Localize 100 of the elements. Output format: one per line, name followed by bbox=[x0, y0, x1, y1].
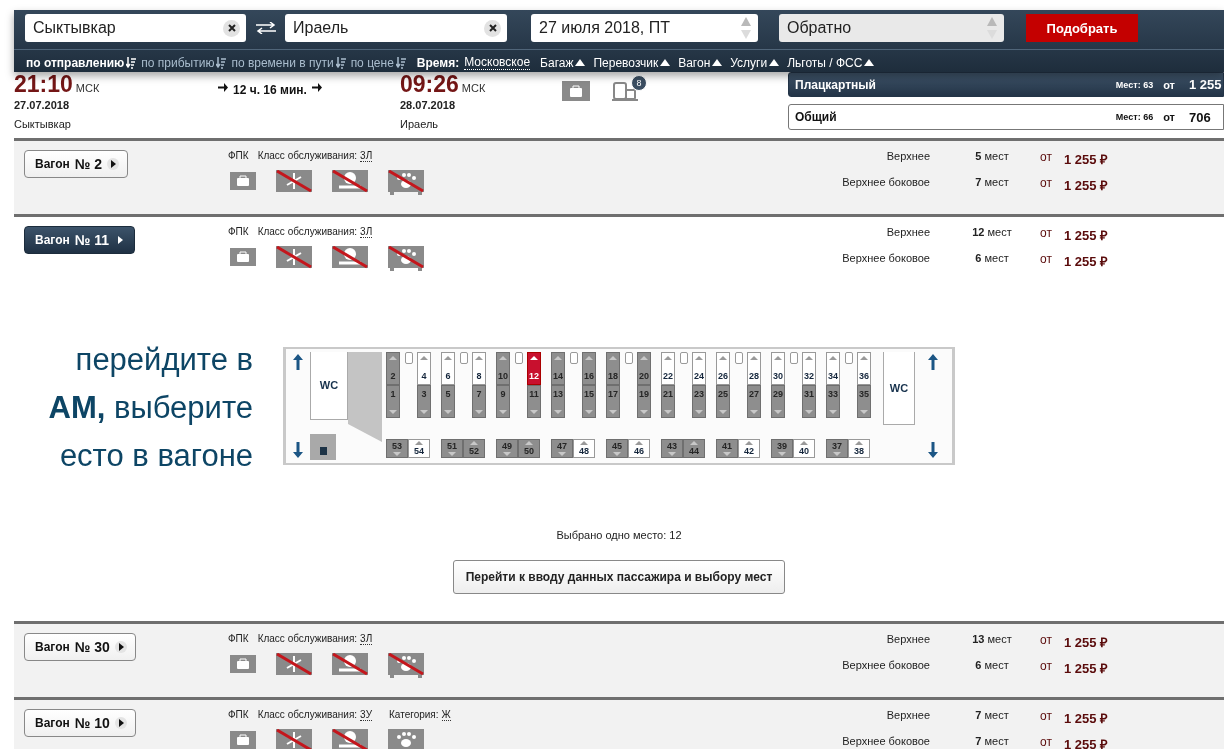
berth-seat[interactable]: 9 bbox=[496, 385, 510, 418]
berth-seat[interactable]: 41 bbox=[716, 439, 738, 458]
clear-button[interactable] bbox=[223, 19, 240, 37]
berth-arrow-icon bbox=[640, 356, 648, 360]
berth-seat[interactable]: 29 bbox=[771, 385, 785, 418]
class-link[interactable]: 3Л bbox=[360, 150, 373, 162]
from-field[interactable]: Сыктывкар bbox=[25, 14, 246, 42]
berth-seat[interactable]: 37 bbox=[826, 439, 848, 458]
berth-arrow-icon bbox=[750, 410, 758, 414]
berth-seat[interactable]: 3 bbox=[417, 385, 431, 418]
berth-seat[interactable]: 18 bbox=[606, 352, 620, 385]
sort-link[interactable]: по прибытию bbox=[141, 55, 227, 70]
berth-seat[interactable]: 53 bbox=[386, 439, 408, 458]
car-type-option[interactable]: Плацкартный Мест: 63 от 1 255 bbox=[788, 72, 1224, 97]
berth-type: Верхнее bbox=[885, 709, 931, 723]
berth-seat[interactable]: 39 bbox=[771, 439, 793, 458]
berth-seat[interactable]: 50 bbox=[518, 439, 540, 458]
clear-button[interactable] bbox=[484, 19, 501, 37]
class-link[interactable]: 3У bbox=[360, 709, 372, 721]
berth-seat[interactable]: 54 bbox=[408, 439, 430, 458]
berth-seat[interactable]: 19 bbox=[637, 385, 651, 418]
departure-time: 21:10 bbox=[14, 72, 73, 96]
filter-link[interactable]: Перевозчик bbox=[593, 55, 671, 70]
berth-seat[interactable]: 2 bbox=[386, 352, 400, 385]
berth-seat[interactable]: 12 bbox=[527, 352, 541, 385]
wagon-button[interactable]: Вагон № 10 bbox=[24, 709, 136, 737]
wagon-button[interactable]: Вагон № 11 bbox=[24, 226, 136, 254]
berth-seat[interactable]: 38 bbox=[848, 439, 870, 458]
berth-seat[interactable]: 4 bbox=[417, 352, 431, 385]
berth-arrow-icon bbox=[774, 356, 782, 360]
filter-link[interactable]: Льготы / ФСС bbox=[787, 55, 875, 70]
wagon-button[interactable]: Вагон № 2 bbox=[24, 150, 129, 178]
continue-button[interactable]: Перейти к вводу данных пассажира и выбору мест bbox=[452, 560, 786, 594]
berth-seat[interactable]: 48 bbox=[573, 439, 595, 458]
berth-seat[interactable]: 31 bbox=[802, 385, 816, 418]
swap-icon[interactable] bbox=[255, 22, 276, 34]
berth-arrow-icon bbox=[745, 441, 753, 445]
filter-link[interactable]: Багаж bbox=[540, 55, 586, 70]
berth-seat[interactable]: 28 bbox=[747, 352, 761, 385]
berth-seat[interactable]: 14 bbox=[551, 352, 565, 385]
berth-seat[interactable]: 15 bbox=[582, 385, 596, 418]
berth-seat[interactable]: 44 bbox=[683, 439, 705, 458]
class-link[interactable]: 3Л bbox=[360, 633, 373, 645]
berth-seat[interactable]: 32 bbox=[802, 352, 816, 385]
category-link[interactable]: Ж bbox=[441, 709, 451, 721]
berth-seat[interactable]: 51 bbox=[441, 439, 463, 458]
to-field[interactable]: Ираель bbox=[285, 14, 507, 42]
sort-link[interactable]: по цене bbox=[350, 55, 406, 70]
berth-seat[interactable]: 1 bbox=[386, 385, 400, 418]
berth-arrow-icon bbox=[668, 452, 676, 456]
berth-arrow-icon bbox=[750, 356, 758, 360]
berth-seat[interactable]: 33 bbox=[826, 385, 840, 418]
berth-type: Верхнее bbox=[885, 150, 931, 164]
date-field[interactable]: 27 июля 2018, ПТ bbox=[531, 14, 758, 42]
berth-seat[interactable]: 24 bbox=[692, 352, 706, 385]
berth-seat[interactable]: 23 bbox=[692, 385, 706, 418]
wagon-button[interactable]: Вагон № 30 bbox=[24, 633, 136, 661]
class-link[interactable]: 3Л bbox=[360, 226, 373, 238]
caret-icon bbox=[114, 641, 127, 653]
berth-seat[interactable]: 10 bbox=[496, 352, 510, 385]
berth-seat[interactable]: 22 bbox=[661, 352, 675, 385]
berth-seat[interactable]: 26 bbox=[716, 352, 730, 385]
filter-link[interactable]: Услуги bbox=[730, 55, 780, 70]
berth-seat[interactable]: 43 bbox=[661, 439, 683, 458]
selection-note: Выбрано одно место: 12 bbox=[555, 529, 683, 541]
berth-seat[interactable]: 45 bbox=[606, 439, 628, 458]
berth-seat[interactable]: 17 bbox=[606, 385, 620, 418]
filter-link[interactable]: Вагон bbox=[678, 55, 723, 70]
car-type-option[interactable]: Общий Мест: 66 от 706 bbox=[788, 104, 1224, 130]
berth-arrow-icon bbox=[664, 356, 672, 360]
berth-seat[interactable]: 34 bbox=[826, 352, 840, 385]
berth-seat[interactable]: 47 bbox=[551, 439, 573, 458]
price: 1 255 ₽ bbox=[1064, 634, 1110, 651]
berth-seat[interactable]: 27 bbox=[747, 385, 761, 418]
time-zone-link[interactable]: Московское bbox=[464, 55, 531, 70]
price-prefix: от bbox=[1040, 659, 1053, 675]
berth-seat[interactable]: 8 bbox=[472, 352, 486, 385]
sort-icon bbox=[126, 56, 137, 69]
berth-seat[interactable]: 13 bbox=[551, 385, 565, 418]
berth-seat[interactable]: 21 bbox=[661, 385, 675, 418]
berth-seat[interactable]: 16 bbox=[582, 352, 596, 385]
berth-seat[interactable]: 20 bbox=[637, 352, 651, 385]
berth-seat[interactable]: 42 bbox=[738, 439, 760, 458]
berth-seat[interactable]: 7 bbox=[472, 385, 486, 418]
berth-seat[interactable]: 36 bbox=[857, 352, 871, 385]
berth-seat[interactable]: 52 bbox=[463, 439, 485, 458]
berth-seat[interactable]: 46 bbox=[628, 439, 650, 458]
berth-seat[interactable]: 11 bbox=[527, 385, 541, 418]
return-date-field[interactable]: Обратно bbox=[779, 14, 1004, 42]
sort-link[interactable]: по времени в пути bbox=[231, 55, 346, 70]
berth-seat[interactable]: 30 bbox=[771, 352, 785, 385]
sort-link[interactable]: по отправлению bbox=[26, 55, 137, 70]
berth-seat[interactable]: 5 bbox=[441, 385, 455, 418]
berth-seat[interactable]: 40 bbox=[793, 439, 815, 458]
berth-seat[interactable]: 6 bbox=[441, 352, 455, 385]
berth-seat[interactable]: 49 bbox=[496, 439, 518, 458]
berth-seat[interactable]: 25 bbox=[716, 385, 730, 418]
search-button[interactable]: Подобрать bbox=[1026, 14, 1138, 42]
seat-count: 13 мест bbox=[971, 633, 1013, 647]
berth-seat[interactable]: 35 bbox=[857, 385, 871, 418]
